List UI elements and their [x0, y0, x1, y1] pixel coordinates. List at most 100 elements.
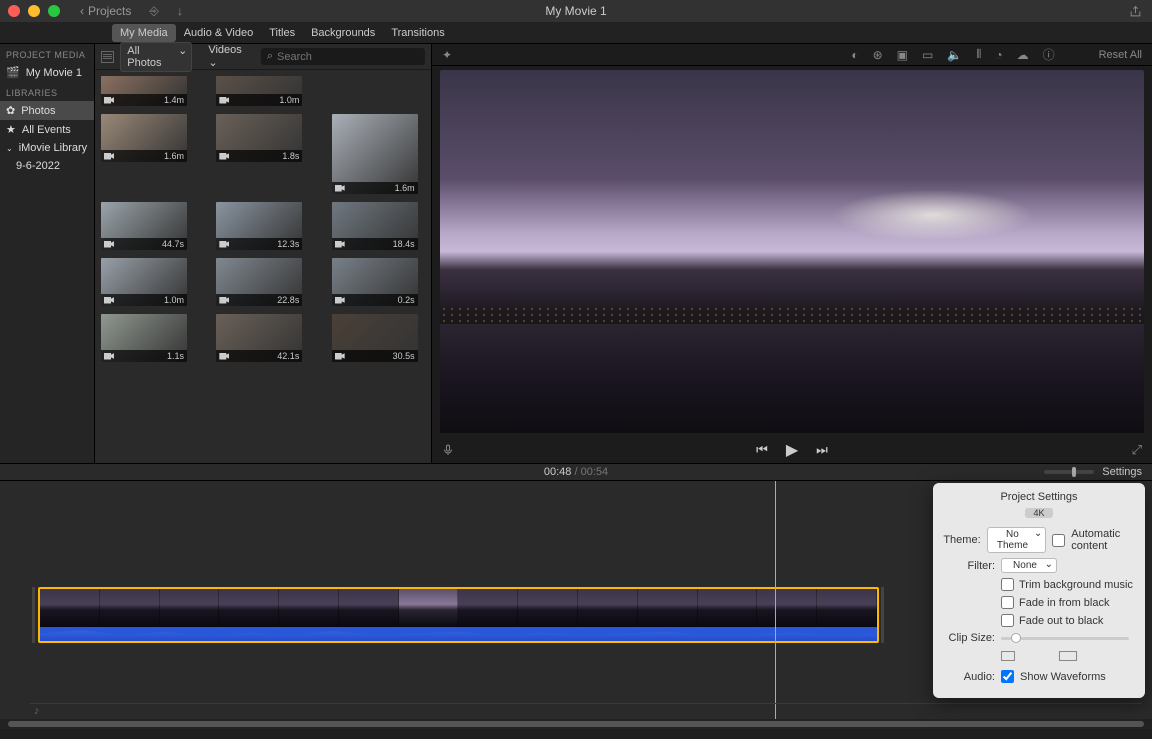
- info-icon[interactable]: ⓘ: [1043, 46, 1055, 63]
- sidebar-item-label: All Events: [22, 124, 71, 136]
- media-thumb[interactable]: 1.0m: [101, 258, 194, 306]
- media-thumb[interactable]: 1.1s: [101, 314, 194, 362]
- resolution-badge: 4K: [1025, 508, 1052, 518]
- thumb-duration: 30.5s: [393, 351, 415, 361]
- thumb-duration: 1.8s: [282, 151, 299, 161]
- current-time: 00:48: [544, 466, 572, 478]
- sidebar-item-imovie-library[interactable]: ⌄ iMovie Library: [0, 139, 94, 157]
- timeline-clip[interactable]: [38, 587, 879, 643]
- color-balance-icon[interactable]: ◐: [851, 48, 858, 62]
- media-thumb[interactable]: [332, 76, 425, 106]
- show-waveforms-checkbox[interactable]: [1001, 670, 1014, 683]
- filter-select[interactable]: None: [1001, 558, 1057, 573]
- thumb-duration: 1.6m: [395, 183, 415, 193]
- share-icon[interactable]: [1129, 5, 1142, 18]
- crop-icon[interactable]: ▣: [897, 48, 908, 62]
- media-thumb[interactable]: 1.6m: [101, 114, 194, 194]
- clip-edge-right[interactable]: [881, 587, 884, 643]
- sidebar-hdr-libraries: LIBRARIES: [0, 82, 94, 101]
- source-dropdown[interactable]: All Photos: [120, 42, 192, 72]
- camera-icon: [335, 297, 345, 304]
- sidebar-project[interactable]: 🎬 My Movie 1: [0, 63, 94, 82]
- project-settings-popover: Project Settings 4K Theme: No Theme Auto…: [933, 483, 1145, 698]
- media-thumb[interactable]: 18.4s: [332, 202, 425, 250]
- next-frame-icon[interactable]: ⏭: [816, 442, 828, 458]
- list-view-icon[interactable]: [101, 51, 114, 63]
- media-thumb[interactable]: 22.8s: [216, 258, 309, 306]
- clip-filmstrip: [40, 589, 877, 627]
- filter-dropdown[interactable]: Videos ⌄: [204, 44, 255, 69]
- sidebar-item-photos[interactable]: ✿ Photos: [0, 101, 94, 120]
- playhead[interactable]: [775, 481, 776, 729]
- fade-in-checkbox[interactable]: [1001, 596, 1014, 609]
- thumb-duration: 42.1s: [277, 351, 299, 361]
- speed-icon[interactable]: ◔: [995, 48, 1002, 62]
- fullscreen-icon[interactable]: ⤢: [1132, 442, 1142, 458]
- sidebar-item-label: iMovie Library: [19, 142, 87, 154]
- media-thumb[interactable]: 12.3s: [216, 202, 309, 250]
- sidebar-item-label: 9-6-2022: [16, 160, 60, 172]
- zoom-slider[interactable]: [1044, 470, 1094, 474]
- media-thumb[interactable]: 30.5s: [332, 314, 425, 362]
- media-thumb[interactable]: 1.6m: [332, 114, 425, 194]
- media-thumb[interactable]: 0.2s: [332, 258, 425, 306]
- window-title: My Movie 1: [545, 4, 606, 18]
- automatic-content-checkbox[interactable]: [1052, 534, 1065, 547]
- camera-icon: [104, 97, 114, 104]
- tab-backgrounds[interactable]: Backgrounds: [303, 24, 383, 42]
- media-thumb[interactable]: 1.8s: [216, 114, 309, 194]
- color-correction-icon[interactable]: ⊛: [873, 48, 883, 62]
- chevron-left-icon: ‹: [80, 4, 84, 18]
- camera-icon: [104, 353, 114, 360]
- magic-wand-icon[interactable]: ✦: [442, 48, 452, 62]
- camera-icon: [219, 241, 229, 248]
- timeline-scrollbar[interactable]: [0, 719, 1152, 729]
- camera-icon: [219, 353, 229, 360]
- camera-icon: [219, 153, 229, 160]
- import-icon[interactable]: ⎆: [149, 4, 159, 19]
- camera-icon: [104, 153, 114, 160]
- media-thumb[interactable]: 1.0m: [216, 76, 309, 106]
- trim-music-checkbox[interactable]: [1001, 578, 1014, 591]
- zoom-window[interactable]: [48, 5, 60, 17]
- playback-controls: ⏮ ▶ ⏭ ⤢: [432, 437, 1152, 463]
- clip-edge-left[interactable]: [32, 587, 35, 643]
- viewer-pane: ✦ ◐ ⊛ ▣ ▭ 🔈 ⫴ ◔ ☁ ⓘ Reset All ⏮ ▶ ⏭: [432, 44, 1152, 463]
- volume-icon[interactable]: 🔈: [947, 48, 962, 62]
- media-thumb[interactable]: 1.4m: [101, 76, 194, 106]
- large-clip-icon: [1059, 651, 1077, 661]
- sidebar-item-date[interactable]: 9-6-2022: [0, 157, 94, 175]
- theme-select[interactable]: No Theme: [987, 527, 1047, 553]
- fade-out-checkbox[interactable]: [1001, 614, 1014, 627]
- media-thumb[interactable]: 42.1s: [216, 314, 309, 362]
- download-icon[interactable]: ↓: [177, 4, 183, 18]
- prev-frame-icon[interactable]: ⏮: [756, 442, 768, 458]
- sidebar-item-all-events[interactable]: ★ All Events: [0, 120, 94, 139]
- window-controls: [8, 5, 60, 17]
- camera-icon: [219, 97, 229, 104]
- reset-all-button[interactable]: Reset All: [1099, 49, 1142, 61]
- back-to-projects[interactable]: ‹ Projects: [80, 4, 131, 18]
- minimize-window[interactable]: [28, 5, 40, 17]
- tab-audio-video[interactable]: Audio & Video: [176, 24, 262, 42]
- music-icon: ♪: [34, 705, 40, 717]
- clip-filter-icon[interactable]: ☁: [1017, 48, 1029, 62]
- tab-my-media[interactable]: My Media: [112, 24, 176, 42]
- search-input[interactable]: [277, 51, 419, 63]
- clip-size-slider[interactable]: [1001, 637, 1129, 640]
- microphone-icon[interactable]: [442, 443, 454, 457]
- play-icon[interactable]: ▶: [786, 440, 798, 460]
- noise-reduction-icon[interactable]: ⫴: [976, 47, 981, 62]
- preview-viewer[interactable]: [440, 70, 1144, 433]
- automatic-content-label: Automatic content: [1071, 528, 1135, 552]
- trim-music-label: Trim background music: [1019, 579, 1133, 591]
- music-track[interactable]: ♪: [30, 703, 1142, 717]
- stabilize-icon[interactable]: ▭: [922, 48, 933, 62]
- search-field[interactable]: ⌕: [261, 48, 425, 65]
- thumb-duration: 0.2s: [398, 295, 415, 305]
- close-window[interactable]: [8, 5, 20, 17]
- theme-label: Theme:: [943, 534, 981, 546]
- tab-transitions[interactable]: Transitions: [383, 24, 452, 42]
- tab-titles[interactable]: Titles: [261, 24, 303, 42]
- media-thumb[interactable]: 44.7s: [101, 202, 194, 250]
